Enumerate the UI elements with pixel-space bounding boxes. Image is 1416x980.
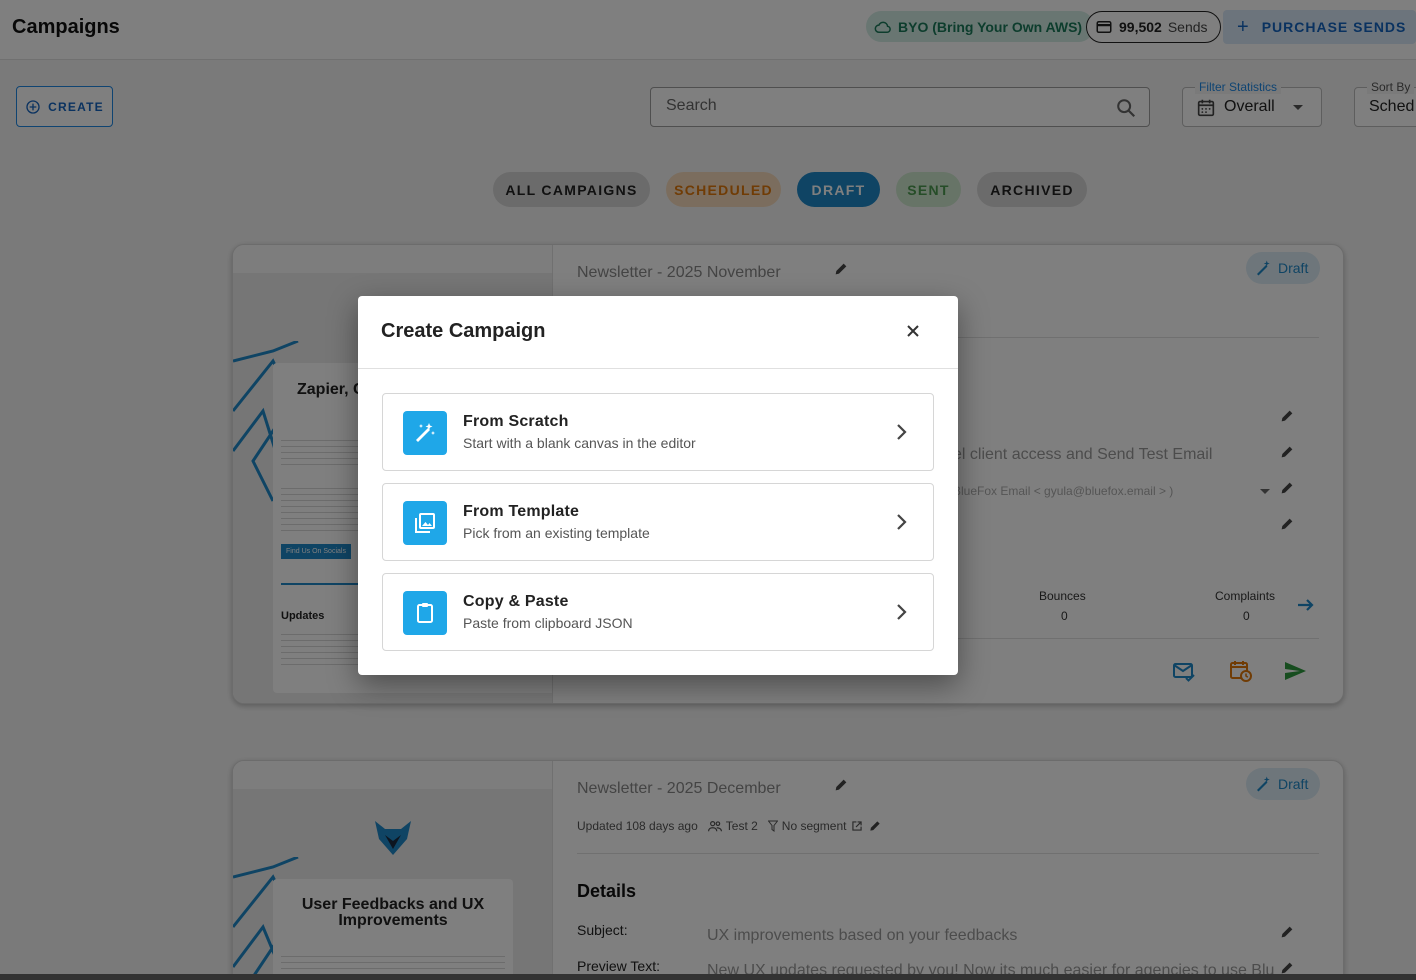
dialog-title: Create Campaign: [381, 320, 546, 342]
chevron-right-icon: [897, 514, 907, 530]
option-title: From Scratch: [463, 413, 569, 430]
magic-wand-icon: [403, 411, 447, 455]
option-from-template[interactable]: From Template Pick from an existing temp…: [382, 483, 934, 561]
clipboard-icon: [403, 591, 447, 635]
create-campaign-dialog: Create Campaign From Scratch Start with …: [358, 296, 958, 675]
image-collection-icon: [403, 501, 447, 545]
option-subtitle: Start with a blank canvas in the editor: [463, 435, 696, 451]
option-from-scratch[interactable]: From Scratch Start with a blank canvas i…: [382, 393, 934, 471]
close-icon: [907, 325, 919, 337]
option-title: Copy & Paste: [463, 593, 569, 610]
option-subtitle: Paste from clipboard JSON: [463, 615, 633, 631]
option-subtitle: Pick from an existing template: [463, 525, 650, 541]
chevron-right-icon: [897, 604, 907, 620]
option-title: From Template: [463, 503, 580, 520]
bottom-strip: [0, 974, 1416, 980]
chevron-right-icon: [897, 424, 907, 440]
close-button[interactable]: [902, 320, 924, 342]
option-copy-paste[interactable]: Copy & Paste Paste from clipboard JSON: [382, 573, 934, 651]
